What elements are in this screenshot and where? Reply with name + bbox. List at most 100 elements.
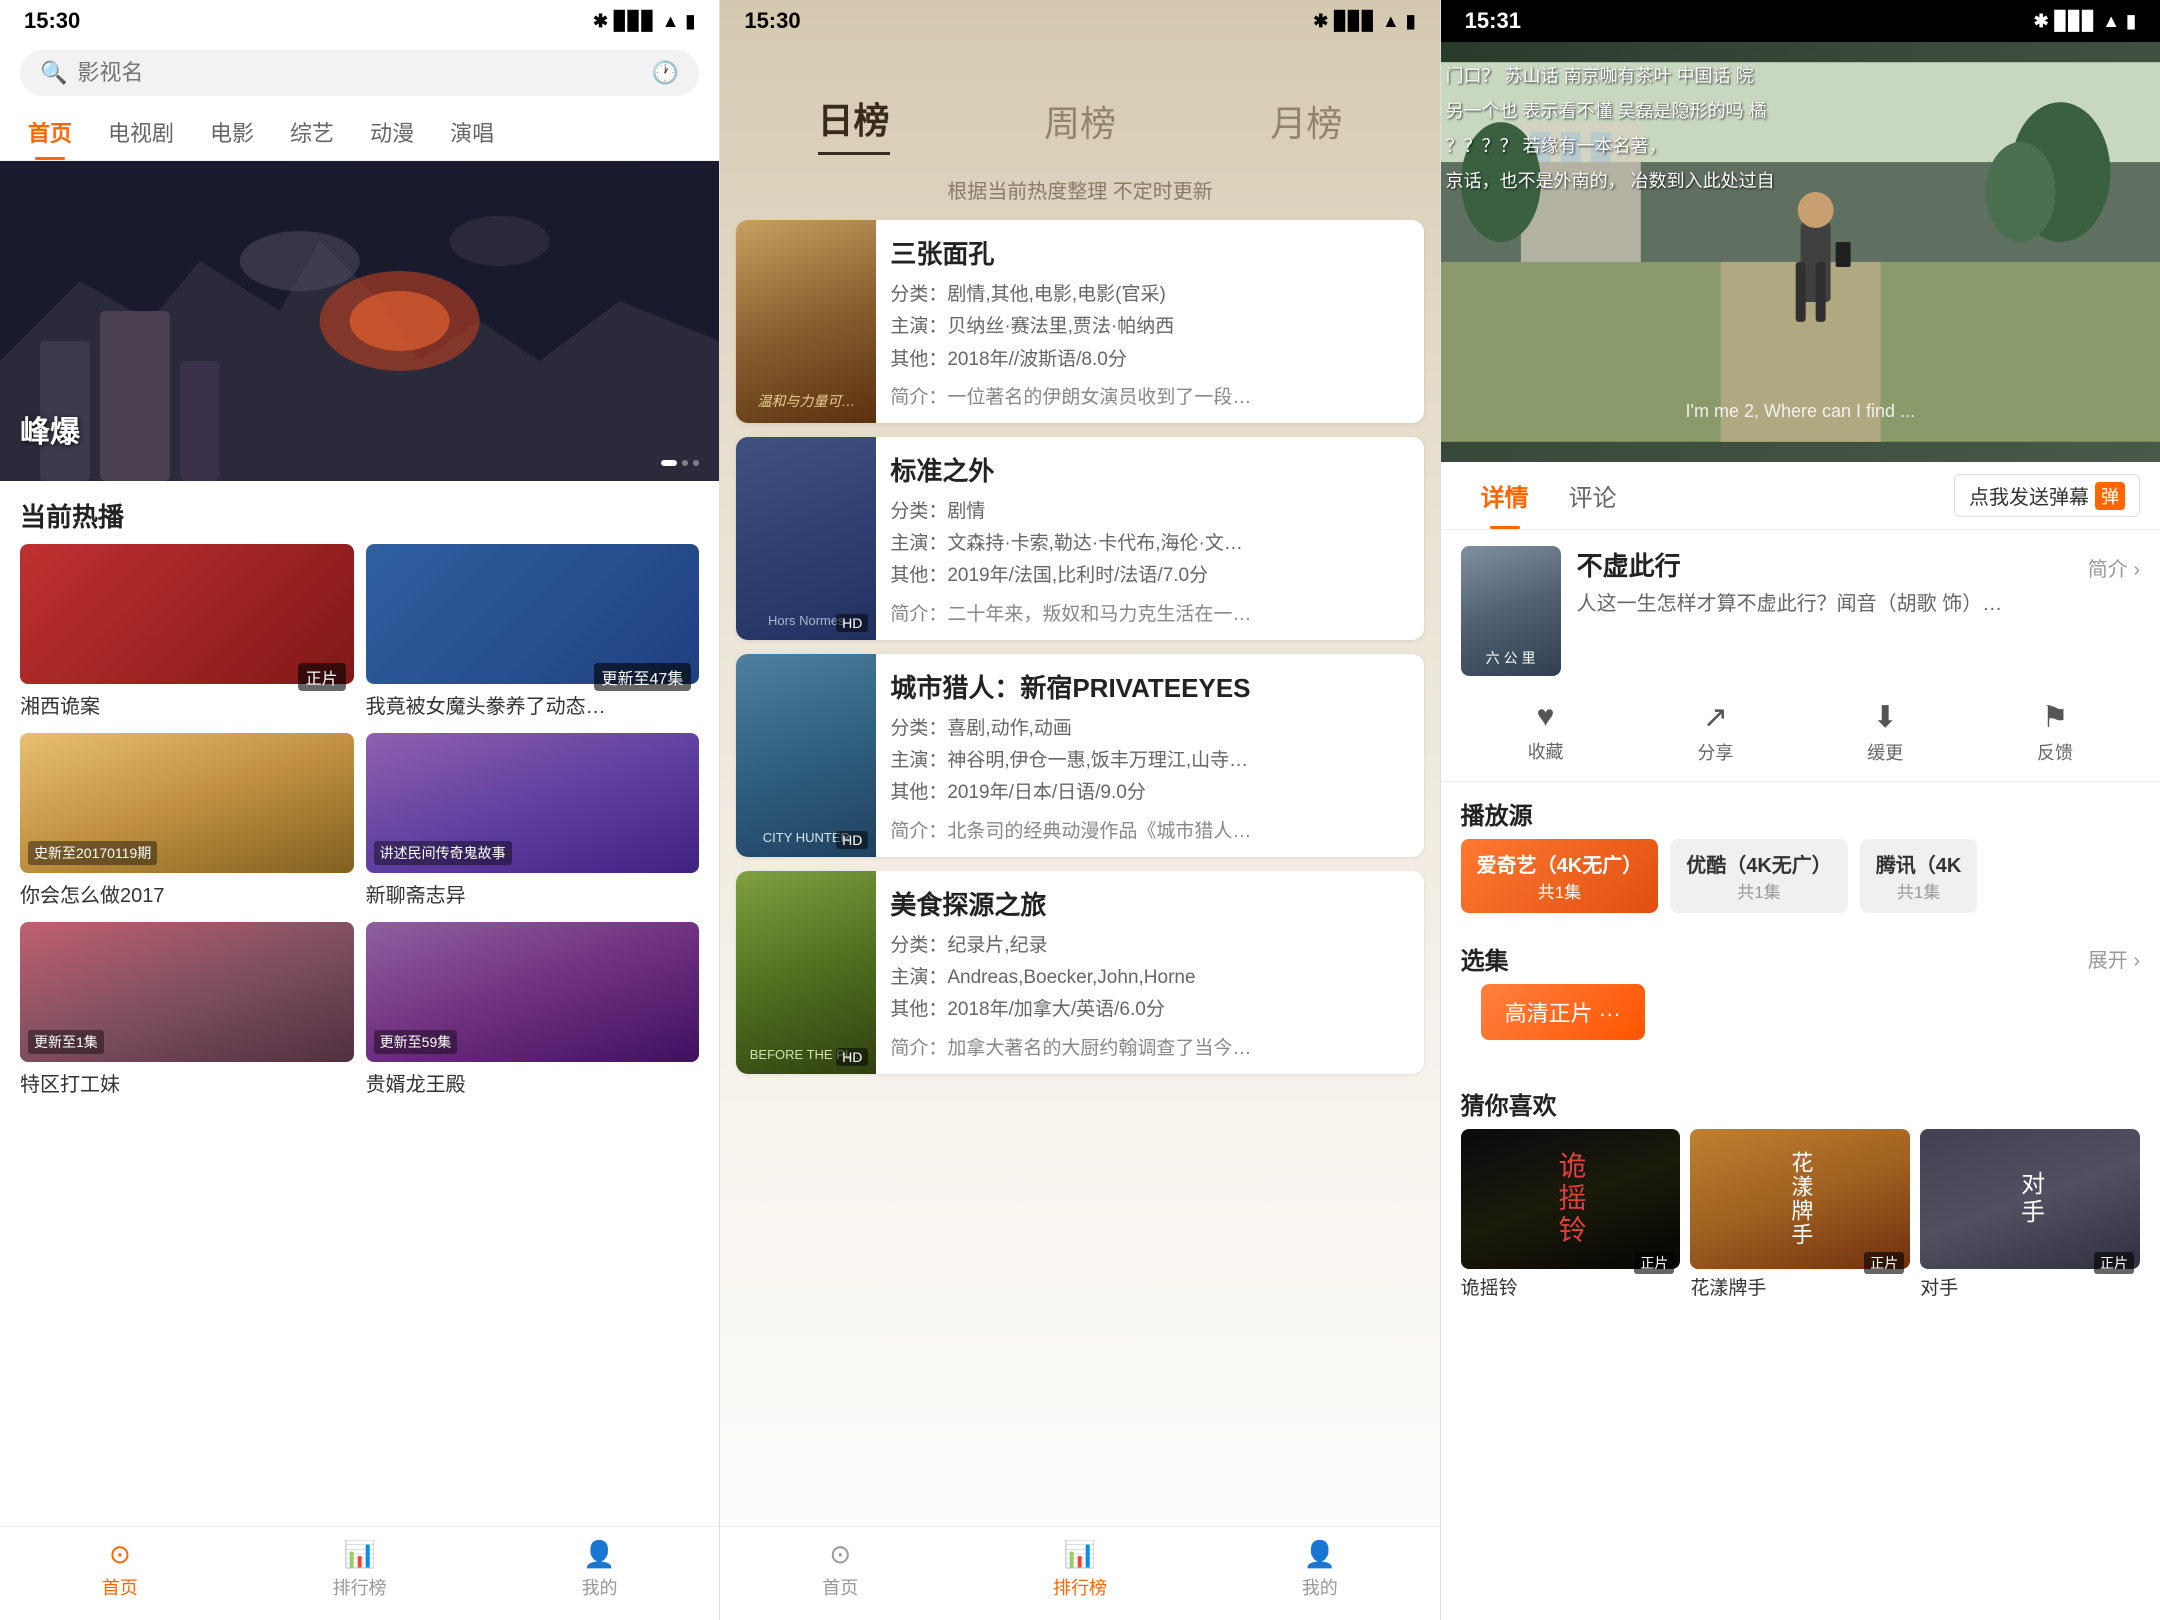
search-input[interactable] (77, 60, 642, 86)
status-bar-2: 15:30 ✱ ▊▊▊ ▲ ▮ (720, 0, 1439, 42)
tab-movie[interactable]: 电影 (192, 104, 272, 160)
hd-badge-4: HD (836, 1048, 868, 1066)
list-item[interactable]: 史新至20170119期 你会怎么做2017 (20, 733, 354, 910)
movie-category-3: 分类：喜剧,动作,动画 (890, 713, 1409, 745)
action-feedback[interactable]: ⚑ 反馈 (2037, 700, 2073, 765)
movie-title-2: 标准之外 (890, 451, 1409, 488)
tab-monthly[interactable]: 月榜 (1270, 95, 1342, 155)
list-item[interactable]: 更新至59集 贵婿龙王殿 (366, 922, 700, 1099)
list-item[interactable]: Hors Normes HD 标准之外 分类：剧情 主演：文森持·卡索,勒达·卡… (736, 437, 1423, 640)
wifi-icon: ▲ (662, 11, 680, 32)
panel-ranking: 15:30 ✱ ▊▊▊ ▲ ▮ 日榜 周榜 月榜 根据当前热度整理 不定时更新 … (720, 0, 1440, 1620)
tab-weekly[interactable]: 周榜 (1044, 95, 1116, 155)
download-label: 缓更 (1867, 739, 1903, 765)
movie-detail-info: 不虚此行 简介 › 人这一生怎样才算不虚此行？闻音（胡歌 饰）… (1577, 546, 2140, 676)
poster-2: Hors Normes HD (736, 437, 876, 640)
movie-cast-4: 主演：Andreas,Boecker,John,Horne (890, 962, 1409, 994)
danmu-line-1: 门口？ 苏山话 南京咖有茶叶 中国话 院 (1446, 62, 1754, 88)
movie-desc-2: 简介：二十年来，叛奴和马力克生活在一… (890, 599, 1409, 626)
intro-link[interactable]: 简介 › (2088, 553, 2140, 582)
episode-section-header: 选集 展开 › (1441, 927, 2160, 984)
movie-title-3: 城市猎人：新宿PRIVATEEYES (890, 668, 1409, 705)
battery-icon: ▮ (685, 11, 695, 32)
list-item[interactable]: 讲述民间传奇鬼故事 新聊斋志异 (366, 733, 700, 910)
signal-icon: ▊▊▊ (614, 11, 656, 32)
home-icon: ⊙ (109, 1539, 131, 1570)
tab-tv[interactable]: 电视剧 (90, 104, 192, 160)
rank-tabs: 日榜 周榜 月榜 (720, 42, 1439, 175)
bottom-nav-home[interactable]: ⊙ 首页 (0, 1539, 240, 1600)
share-icon: ↗ (1703, 700, 1728, 735)
episode-btn-container: 高清正片 ··· (1441, 984, 2160, 1072)
status-icons-3: ✱ ▊▊▊ ▲ ▮ (2034, 11, 2136, 32)
bluetooth-icon-3: ✱ (2034, 11, 2049, 32)
dot-3 (693, 460, 699, 466)
poster-3: CITY HUNTER HD (736, 654, 876, 857)
bottom-nav-home-2[interactable]: ⊙ 首页 (720, 1539, 960, 1600)
history-icon[interactable]: 🕐 (652, 60, 679, 86)
recommend-section-header: 猜你喜欢 (1441, 1072, 2160, 1129)
movie-category-1: 分类：剧情,其他,电影,电影(官采) (890, 279, 1409, 311)
list-item[interactable]: BEFORE THE PL... HD 美食探源之旅 分类：纪录片,纪录 主演：… (736, 871, 1423, 1074)
badge-6: 更新至59集 (374, 1030, 458, 1054)
movie-category-2: 分类：剧情 (890, 496, 1409, 528)
bottom-nav-ranking-2[interactable]: 📊 排行榜 (960, 1539, 1200, 1600)
danmu-send-button[interactable]: 点我发送弹幕 弹 (1954, 474, 2140, 517)
movie-detail-row: 六 公 里 不虚此行 简介 › 人这一生怎样才算不虚此行？闻音（胡歌 饰）… (1441, 530, 2160, 692)
tab-detail[interactable]: 详情 (1461, 462, 1549, 529)
danmu-line-3: ？？？？ 若缘有一本名著， (1446, 132, 1667, 158)
poster-label-1: 温和与力量可… (751, 391, 861, 411)
list-item[interactable]: 正片 湘西诡案 (20, 544, 354, 721)
movie-info-4: 美食探源之旅 分类：纪录片,纪录 主演：Andreas,Boecker,John… (876, 871, 1423, 1074)
source-tencent[interactable]: 腾讯（4K 共1集 (1860, 839, 1978, 913)
banner-art (0, 161, 719, 481)
search-bar[interactable]: 🔍 🕐 (20, 50, 699, 96)
signal-icon-2: ▊▊▊ (1334, 11, 1376, 32)
list-item[interactable]: 花漾牌手 正片 花漾牌手 (1690, 1129, 1910, 1302)
source-name-youku: 优酷（4K无广） (1686, 849, 1832, 878)
video-player[interactable]: 门口？ 苏山话 南京咖有茶叶 中国话 院 另一个也 表示看不懂 吴磊是隐形的吗 … (1441, 42, 2160, 462)
list-item[interactable]: 更新至1集 特区打工妹 (20, 922, 354, 1099)
action-collect[interactable]: ♥ 收藏 (1528, 700, 1564, 765)
panel-detail: 15:31 ✱ ▊▊▊ ▲ ▮ (1441, 0, 2160, 1620)
movie-info-2: 标准之外 分类：剧情 主演：文森持·卡索,勒达·卡代布,海伦·文… 其他：201… (876, 437, 1423, 640)
list-item[interactable]: CITY HUNTER HD 城市猎人：新宿PRIVATEEYES 分类：喜剧,… (736, 654, 1423, 857)
tab-comments[interactable]: 评论 (1549, 462, 1637, 529)
tab-home[interactable]: 首页 (10, 104, 90, 160)
badge-1: 正片 (298, 663, 346, 691)
movie-category-4: 分类：纪录片,纪录 (890, 930, 1409, 962)
search-icon: 🔍 (40, 60, 67, 86)
action-share[interactable]: ↗ 分享 (1697, 700, 1733, 765)
list-item[interactable]: 对手 正片 对手 (1920, 1129, 2140, 1302)
tab-concert[interactable]: 演唱 (432, 104, 512, 160)
source-youqi[interactable]: 爱奇艺（4K无广） 共1集 (1461, 839, 1659, 913)
tab-anime[interactable]: 动漫 (352, 104, 432, 160)
tab-variety[interactable]: 综艺 (272, 104, 352, 160)
dot-2 (682, 460, 688, 466)
badge-2: 更新至47集 (594, 663, 692, 691)
list-item[interactable]: 诡摇铃 正片 诡摇铃 (1461, 1129, 1681, 1302)
episode-button[interactable]: 高清正片 ··· (1481, 984, 1645, 1040)
time-1: 15:30 (24, 8, 80, 34)
list-item[interactable]: 更新至47集 我竟被女魔头豢养了动态… (366, 544, 700, 721)
movie-other-4: 其他：2018年/加拿大/英语/6.0分 (890, 994, 1409, 1026)
rank-subtitle: 根据当前热度整理 不定时更新 (720, 175, 1439, 220)
tab-daily[interactable]: 日榜 (818, 92, 890, 155)
bottom-nav-1: ⊙ 首页 📊 排行榜 👤 我的 (0, 1526, 719, 1620)
bottom-nav-profile[interactable]: 👤 我的 (480, 1539, 720, 1600)
action-download[interactable]: ⬇ 缓更 (1867, 700, 1903, 765)
episode-expand-link[interactable]: 展开 › (2088, 944, 2140, 973)
bottom-nav-profile-2[interactable]: 👤 我的 (1200, 1539, 1440, 1600)
danmu-area: 门口？ 苏山话 南京咖有茶叶 中国话 院 另一个也 表示看不懂 吴磊是隐形的吗 … (1441, 42, 2160, 242)
ranking-label-2: 排行榜 (1053, 1574, 1107, 1600)
danmu-count-badge: 弹 (2095, 482, 2125, 510)
badge-4: 讲述民间传奇鬼故事 (374, 841, 512, 865)
item-title-3: 你会怎么做2017 (20, 873, 354, 910)
source-list: 爱奇艺（4K无广） 共1集 优酷（4K无广） 共1集 腾讯（4K 共1集 (1441, 839, 2160, 927)
list-item[interactable]: 温和与力量可… 三张面孔 分类：剧情,其他,电影,电影(官采) 主演：贝纳丝·赛… (736, 220, 1423, 423)
status-bar-3: 15:31 ✱ ▊▊▊ ▲ ▮ (1441, 0, 2160, 42)
bottom-nav-ranking[interactable]: 📊 排行榜 (240, 1539, 480, 1600)
source-youku[interactable]: 优酷（4K无广） 共1集 (1670, 839, 1848, 913)
source-count-youqi: 共1集 (1477, 878, 1643, 903)
hero-banner[interactable]: 峰爆 (0, 161, 719, 481)
